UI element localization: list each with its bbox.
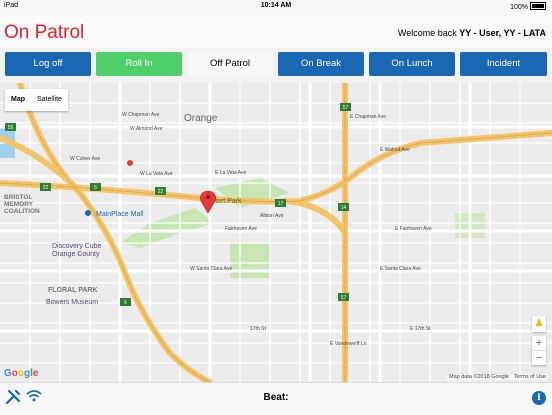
svg-text:Orange County: Orange County — [52, 251, 100, 258]
pegman-icon[interactable]: ♟ — [532, 316, 546, 332]
street-label-w-chapman: W Chapman Ave — [122, 112, 160, 118]
svg-text:22: 22 — [43, 185, 49, 191]
street-label-e-17th: E 17th St — [410, 326, 431, 332]
status-bar: iPad 10:14 AM 100% — [0, 0, 552, 12]
svg-text:5: 5 — [124, 300, 127, 306]
area-label-orange: Orange — [184, 113, 218, 124]
zoom-out-button[interactable]: − — [532, 351, 546, 365]
street-label-e-la-veta: E La Veta Ave — [215, 170, 247, 176]
off-patrol-button[interactable]: Off Patrol — [187, 52, 273, 76]
street-label-e-fairhaven: E Fairhaven Ave — [395, 226, 432, 232]
street-label-e-santa-clara: E Santa Clara Ave — [380, 266, 421, 272]
svg-text:57: 57 — [341, 295, 347, 301]
status-time: 10:14 AM — [260, 2, 292, 9]
zoom-control: + − — [532, 336, 546, 365]
google-logo: Google — [4, 368, 39, 379]
on-break-button[interactable]: On Break — [278, 52, 364, 76]
svg-text:5: 5 — [94, 185, 97, 191]
street-label-w-la-veta: W La Veta Ave — [140, 171, 173, 177]
info-icon[interactable]: i — [532, 391, 546, 405]
map-type-control: Map Satellite — [5, 89, 68, 111]
street-label-w-culver: W Culver Ave — [70, 156, 100, 162]
street-label-albion: Albion Ave — [260, 213, 284, 219]
terms-link[interactable]: Terms of Use — [514, 374, 546, 380]
roll-in-button[interactable]: Roll In — [96, 52, 182, 76]
on-lunch-button[interactable]: On Lunch — [369, 52, 455, 76]
map-data-credit: Map data ©2018 Google — [448, 374, 509, 380]
street-label-vandewerff: E Vandewerff Ln — [330, 341, 367, 347]
area-label-floral-park: FLORAL PARK — [48, 287, 98, 294]
street-label-w-almond: W Almond Ave — [130, 126, 163, 132]
user-name: YY - User, YY - LATA — [459, 28, 546, 38]
map-view[interactable]: 57 5 22 17 57 5 22 55 14 W Chapman Ave W… — [0, 83, 552, 382]
street-label-e-chapman: E Chapman Ave — [350, 114, 386, 120]
welcome-text: Welcome back YY - User, YY - LATA — [398, 28, 546, 38]
zoom-in-button[interactable]: + — [532, 336, 546, 350]
app-header: On Patrol Welcome back YY - User, YY - L… — [0, 12, 552, 48]
beat-label: Beat: — [263, 392, 289, 403]
battery-icon — [530, 2, 546, 10]
status-button-row: Log off Roll In Off Patrol On Break On L… — [0, 52, 552, 78]
map-attribution: Map data ©2018 Google Terms of Use — [446, 374, 548, 380]
incident-button[interactable]: Incident — [460, 52, 547, 76]
page-title: On Patrol — [4, 22, 85, 43]
svg-text:22: 22 — [158, 189, 164, 195]
svg-text:17: 17 — [278, 201, 284, 207]
map-canvas[interactable]: 57 5 22 17 57 5 22 55 14 W Chapman Ave W… — [0, 83, 552, 382]
street-label-e-walnut: E Walnut Ave — [380, 147, 410, 153]
park-label-hart-park: Hart Park — [212, 198, 242, 205]
poi-discovery-cube: Discovery Cube — [52, 243, 102, 250]
poi-mainplace-mall: MainPlace Mall — [96, 211, 144, 218]
svg-text:COALITION: COALITION — [4, 208, 40, 215]
area-label-bristol: BRISTOL — [4, 194, 32, 201]
welcome-prefix: Welcome back — [397, 28, 457, 38]
map-type-satellite[interactable]: Satellite — [31, 89, 68, 111]
street-label-fairhaven: Fairhaven Ave — [225, 226, 257, 232]
svg-text:14: 14 — [341, 205, 347, 211]
bottom-toolbar: Beat: i — [0, 382, 552, 415]
poi-bowers-museum: Bowers Museum — [46, 299, 98, 306]
svg-text:55: 55 — [8, 125, 14, 131]
log-off-button[interactable]: Log off — [5, 52, 91, 76]
map-type-map[interactable]: Map — [5, 89, 31, 111]
svg-text:MEMORY: MEMORY — [4, 201, 34, 208]
street-label-w-santa-clara: W Santa Clara Ave — [190, 266, 232, 272]
street-label-17th: 17th St — [250, 326, 266, 332]
svg-text:57: 57 — [343, 105, 349, 111]
battery-percent: 100% — [510, 4, 528, 11]
